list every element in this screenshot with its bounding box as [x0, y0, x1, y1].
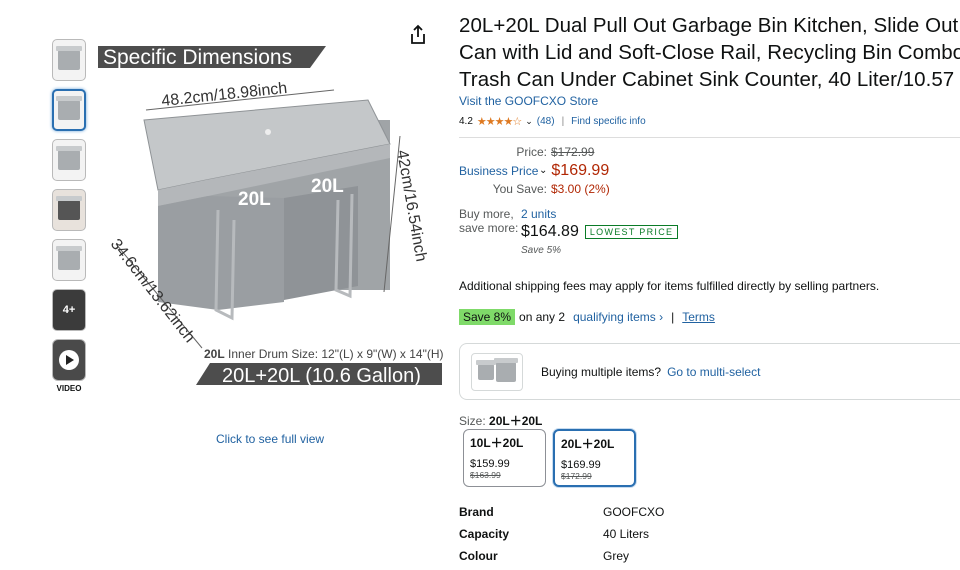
thumbnail-1[interactable]	[52, 39, 86, 81]
size-selected: 20L＋20L	[489, 414, 543, 428]
bin-thumbnail-icon	[56, 96, 82, 120]
thumbnail-video[interactable]	[52, 339, 86, 381]
spec-key: Capacity	[459, 527, 510, 541]
size-option-name: 20L＋20L	[561, 437, 615, 451]
price-label: Price:	[516, 145, 547, 159]
business-price: $169.99	[551, 161, 610, 179]
size-option-old-price: $172.99	[561, 471, 592, 481]
price-block: Price: $172.99 Business Price ⌄ $169.99 …	[459, 143, 610, 197]
bin-thumbnail-icon	[56, 246, 82, 270]
spec-value: GOOFCXO	[603, 505, 665, 519]
spec-value: Grey	[603, 549, 630, 563]
click-full-view-link[interactable]: Click to see full view	[216, 432, 324, 446]
size-option-name: 10L＋20L	[470, 436, 524, 450]
promo-row: Save 8% on any 2 qualifying items › | Te…	[459, 309, 715, 325]
thumbnail-more[interactable]: 4+	[52, 289, 86, 331]
more-images-badge: 4+	[62, 304, 76, 316]
right-bin-label: 20L	[311, 176, 344, 197]
size-label: Size:	[459, 414, 486, 428]
qualifying-items-link[interactable]: qualifying items ›	[573, 310, 663, 324]
bulk-pricing: Buy more, save more:	[459, 207, 518, 235]
review-count-link[interactable]: (48)	[537, 116, 555, 127]
product-title-line-3: Trash Can Under Cabinet Sink Counter, 40…	[459, 68, 960, 91]
thumbnail-strip: 4+ VIDEO	[52, 39, 86, 393]
store-link[interactable]: Visit the GOOFCXO Store	[459, 94, 960, 108]
multi-select-box: Buying multiple items? Go to multi-selec…	[459, 343, 960, 400]
bulk-price: $164.89	[521, 223, 579, 240]
inner-drum-caption: 20L Inner Drum Size: 12"(L) x 9"(W) x 14…	[204, 347, 444, 361]
list-price: $172.99	[551, 145, 595, 159]
spec-value: 40 Liters	[603, 527, 650, 541]
left-bin-label: 20L	[238, 189, 271, 210]
buy-more-label: Buy more,	[459, 207, 514, 221]
business-price-label[interactable]: Business Price	[459, 164, 539, 178]
spec-key: Brand	[459, 505, 494, 519]
lid-knob	[265, 129, 271, 135]
capacity-banner-text: 20L+20L (10.6 Gallon)	[222, 365, 421, 387]
you-save-label: You Save:	[492, 181, 547, 196]
terms-link[interactable]: Terms	[682, 310, 715, 324]
width-dimension-label: 48.2cm/18.98inch	[161, 80, 288, 110]
size-option-old-price: $163.99	[470, 470, 501, 480]
size-option-price: $169.99	[561, 459, 601, 471]
spec-row-colour: Colour Grey	[459, 545, 664, 567]
product-main-image[interactable]: Specific Dimensions 48.2cm/18.98inch 20L…	[98, 40, 450, 395]
dimensions-banner-text: Specific Dimensions	[103, 46, 292, 69]
rating-value: 4.2	[459, 115, 473, 127]
find-specific-info-link[interactable]: Find specific info	[571, 116, 645, 127]
video-label: VIDEO	[56, 384, 82, 393]
thumbnail-5[interactable]	[52, 239, 86, 281]
left-bin	[158, 196, 284, 310]
divider	[459, 137, 960, 138]
promo-divider: |	[671, 310, 675, 324]
spec-table: Brand GOOFCXO Capacity 40 Liters Colour …	[459, 501, 664, 567]
you-save-value: $3.00 (2%)	[551, 181, 610, 196]
bin-thumbnail-icon	[56, 196, 82, 220]
multi-select-link[interactable]: Go to multi-select	[667, 365, 760, 379]
play-icon	[59, 350, 79, 370]
size-option-10l-20l[interactable]: 10L＋20L $159.99 $163.99	[463, 429, 546, 487]
chevron-down-icon[interactable]: ⌄	[525, 116, 533, 127]
rating-row: 4.2 ★★★★☆ ⌄ (48) | Find specific info	[459, 114, 960, 128]
product-title: 20L+20L Dual Pull Out Garbage Bin Kitche…	[459, 12, 960, 93]
bin-thumbnail-icon	[56, 46, 82, 70]
inner-drum-bold: 20L	[204, 347, 225, 361]
product-details: 20L+20L Dual Pull Out Garbage Bin Kitche…	[459, 12, 960, 138]
lowest-price-badge: LOWEST PRICE	[584, 225, 679, 239]
bulk-save-text: Save 5%	[521, 245, 562, 256]
thumbnail-4[interactable]	[52, 189, 86, 231]
list-price-row: Price: $172.99	[459, 143, 610, 161]
separator: |	[561, 115, 565, 127]
bulk-price-row: $164.89 LOWEST PRICE	[521, 223, 679, 241]
height-dimension-label: 42cm/16.54inch	[393, 149, 429, 263]
inner-drum-text: Inner Drum Size: 12"(L) x 9"(W) x 14"(H)	[225, 347, 444, 361]
shipping-note: Additional shipping fees may apply for i…	[459, 279, 880, 293]
product-title-line-2: Can with Lid and Soft-Close Rail, Recycl…	[459, 41, 960, 64]
spec-row-capacity: Capacity 40 Liters	[459, 523, 664, 545]
right-bin	[284, 186, 358, 300]
spec-key: Colour	[459, 549, 498, 563]
share-icon[interactable]	[408, 24, 428, 46]
you-save-row: You Save: $3.00 (2%)	[459, 180, 610, 197]
spec-row-brand: Brand GOOFCXO	[459, 501, 664, 523]
star-rating-icon[interactable]: ★★★★☆	[477, 115, 522, 128]
size-option-price: $159.99	[470, 458, 510, 470]
size-row: Size: 20L＋20L	[459, 412, 542, 429]
thumbnail-2[interactable]	[52, 89, 86, 131]
business-price-row: Business Price ⌄ $169.99	[459, 161, 610, 180]
thumbnail-3[interactable]	[52, 139, 86, 181]
multi-item-icon	[471, 352, 523, 391]
save-8-badge: Save 8%	[459, 309, 516, 325]
promo-text: on any 2	[519, 310, 566, 324]
size-option-20l-20l[interactable]: 20L＋20L $169.99 $172.99	[553, 429, 636, 487]
save-more-label: save more:	[459, 221, 519, 235]
product-title-line-1: 20L+20L Dual Pull Out Garbage Bin Kitche…	[459, 14, 960, 37]
multi-select-text: Buying multiple items?	[541, 364, 662, 379]
chevron-down-icon[interactable]: ⌄	[539, 165, 547, 176]
units-link[interactable]: 2 units	[521, 207, 556, 221]
bin-thumbnail-icon	[56, 146, 82, 170]
